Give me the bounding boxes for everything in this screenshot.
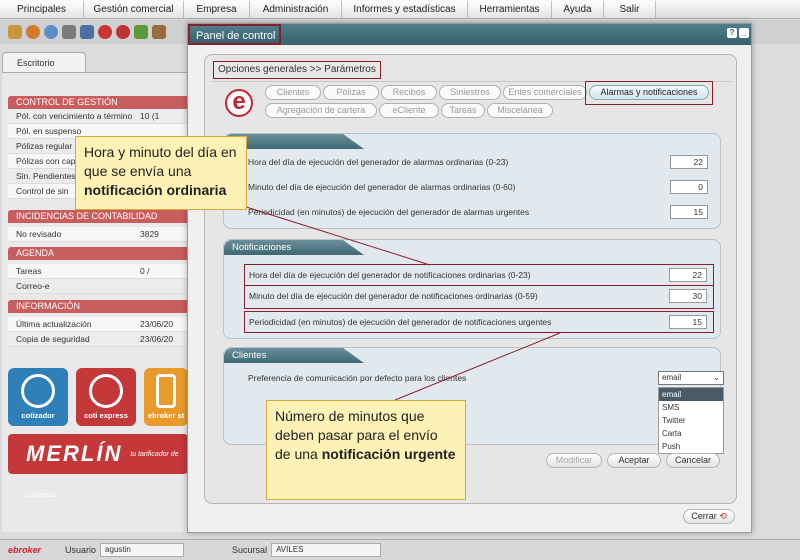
- callout-line-top: [239, 204, 431, 266]
- callout-urgent: Número de minutos que deben pasar para e…: [266, 400, 466, 500]
- callout-line-bottom: [394, 332, 561, 401]
- callout-bold: notificación urgente: [321, 446, 456, 462]
- callout-text: Hora y minuto del día en que se envía un…: [84, 144, 237, 179]
- callout-ordinary: Hora y minuto del día en que se envía un…: [75, 136, 247, 210]
- callout-bold: notificación ordinaria: [84, 182, 227, 198]
